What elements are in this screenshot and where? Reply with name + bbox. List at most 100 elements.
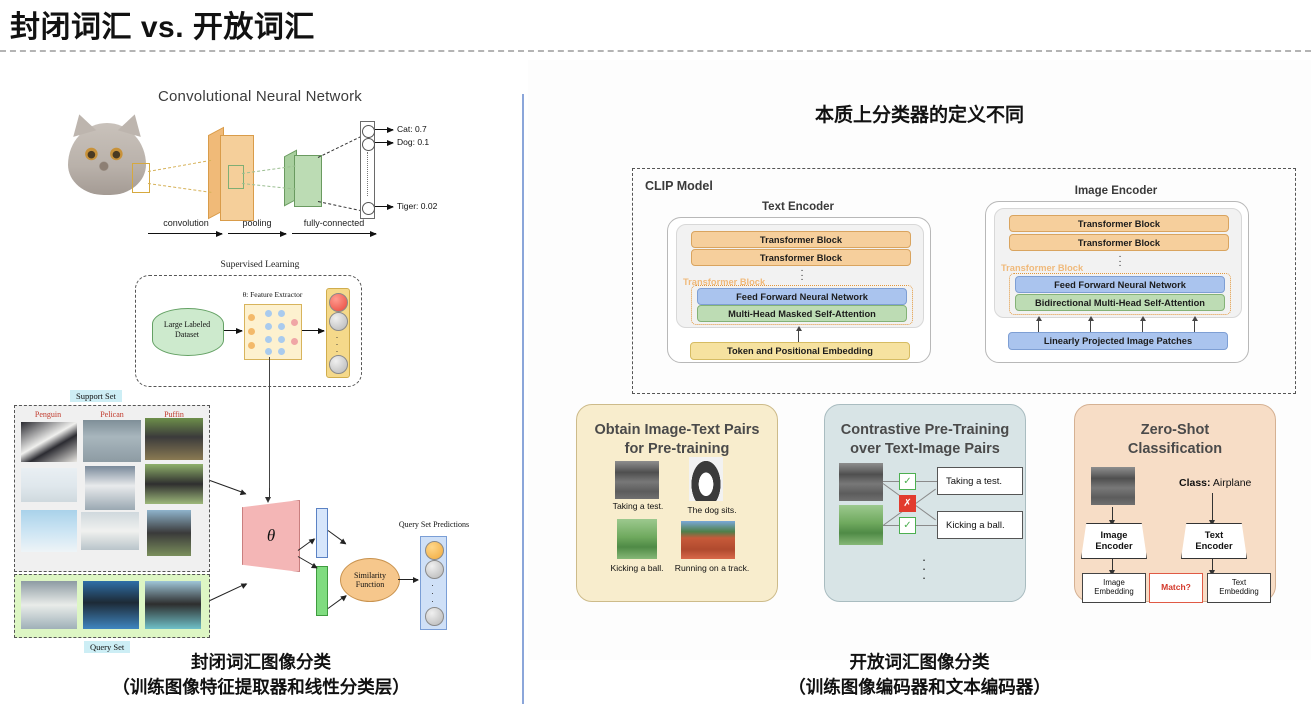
panel3-class-to-encoder-arrow [1207, 493, 1216, 526]
panel2-image-crowd [839, 463, 883, 501]
prediction-ball-orange [425, 541, 444, 560]
panel2-connector [912, 503, 936, 521]
fc-node [362, 202, 375, 215]
nn-node [278, 310, 285, 317]
query-predictions-box: · · · [420, 536, 447, 630]
theta-encoder: θ [242, 500, 300, 572]
cnn-output-dog: Dog: 0.1 [397, 137, 430, 147]
clip-model-label: CLIP Model [645, 179, 713, 193]
text-encoder-title: Text Encoder [762, 201, 834, 213]
left-caption-line1: 封闭词汇图像分类 [191, 652, 331, 672]
panel3-class-value: Airplane [1212, 477, 1252, 489]
panel2-image-field [839, 505, 883, 545]
output-vertical-dots: · [335, 346, 339, 356]
panel-2-title: Contrastive Pre-Training over Text-Image… [840, 422, 1010, 457]
support-column-label-penguin: Penguin [34, 410, 62, 419]
slide-page: 封闭词汇 vs. 开放词汇 Convolutional Neural Netwo… [0, 0, 1311, 716]
blue-to-similarity-arrow [327, 530, 347, 544]
text-encoder-input-line [798, 330, 800, 342]
panel1-caption-the-dog-sits: The dog sits. [687, 505, 737, 515]
image-transformer-block-1: Transformer Block [1009, 215, 1229, 232]
panel2-ellipsis: · · · [921, 552, 927, 585]
right-column: 本质上分类器的定义不同 CLIP Model Text Encoder Tran… [528, 60, 1311, 660]
similarity-function: Similarity Function [340, 558, 400, 602]
panel3-class-label: Class: Airplane [1179, 477, 1251, 489]
prediction-ball-gray [425, 607, 444, 626]
stage-arrow-fully-connected [292, 230, 377, 237]
text-ffn-block: Feed Forward Neural Network [697, 288, 907, 305]
nn-node [278, 336, 285, 343]
support-column-label-pelican: Pelican [100, 410, 124, 419]
fc-line-top [317, 136, 362, 158]
nn-node [265, 323, 272, 330]
conv-inner-box [228, 165, 244, 189]
panel-1-title: Obtain Image-Text Pairs for Pre-training [594, 422, 760, 457]
image-patch-arrow [1191, 316, 1198, 321]
nn-node [248, 342, 255, 349]
supervised-learning-box: Large Labeled Dataset θ: Feature Extract… [135, 275, 362, 387]
right-caption-line1: 开放词汇图像分类 [849, 652, 990, 672]
supervised-learning-title: Supervised Learning [220, 260, 300, 270]
panel3-input-image [1091, 467, 1135, 505]
left-bottom-caption: 封闭词汇图像分类 （训练图像特征提取器和线性分类层） [0, 650, 522, 701]
image-patch-line [1090, 320, 1092, 332]
panel2-mismatch-cross: ✗ [899, 495, 916, 512]
cnn-diagram: Cat: 0.7 Dog: 0.1 Tiger: 0.02 convolutio… [60, 115, 440, 240]
panel3-image-encoder: Image Encoder [1081, 523, 1147, 559]
image-patch-line [1194, 320, 1196, 332]
image-attention-block: Bidirectional Multi-Head Self-Attention [1015, 294, 1225, 311]
image-patch-arrow [1035, 316, 1042, 321]
query-image [145, 581, 201, 629]
panel1-caption-running-on-a-track: Running on a track. [674, 563, 750, 573]
support-set-tag: Support Set [70, 390, 122, 402]
panel2-match-check-1: ✓ [899, 473, 916, 490]
nn-node [265, 310, 272, 317]
output-ball-gray [329, 312, 348, 331]
theta-to-blue-arrow [297, 538, 315, 551]
support-set-box: Penguin Pelican Puffin [14, 405, 210, 572]
image-ghost-transformer-block: Transformer Block [1001, 263, 1084, 273]
support-image [145, 464, 203, 504]
panel-contrastive-pretraining: Contrastive Pre-Training over Text-Image… [824, 404, 1026, 602]
panel3-class-prefix: Class: [1179, 477, 1211, 489]
panel1-image-kicking-a-ball [617, 519, 657, 559]
left-column: Convolutional Neural Network Cat: 0.7 Do… [0, 60, 520, 660]
prediction-ball-gray [425, 560, 444, 579]
image-encoder-outer: Transformer Block Transformer Block · · · … [985, 201, 1249, 363]
text-transformer-block-1: Transformer Block [691, 231, 911, 248]
panel1-image-running-on-a-track [681, 521, 735, 559]
image-ffn-block: Feed Forward Neural Network [1015, 276, 1225, 293]
theta-to-green-arrow [297, 556, 318, 568]
vertical-divider [522, 94, 524, 704]
query-image [83, 581, 139, 629]
similarity-to-predictions-arrow [398, 577, 419, 583]
right-caption-line2: （训练图像编码器和文本编码器） [788, 677, 1051, 698]
panel2-connector [912, 488, 936, 506]
query-embedding-vector [316, 566, 328, 616]
nn-node [248, 314, 255, 321]
left-caption-line2: （训练图像特征提取器和线性分类层） [112, 677, 410, 698]
fc-column [360, 121, 375, 219]
fc-dots [366, 152, 368, 196]
nn-node [278, 323, 285, 330]
text-token-embedding-block: Token and Positional Embedding [690, 342, 910, 360]
output-arrow [375, 126, 394, 133]
pool-slab [294, 155, 322, 207]
panel2-connector [913, 481, 939, 482]
panel3-image-encoder-to-embedding-arrow [1107, 559, 1116, 576]
text-encoder-outer: Transformer Block Transformer Block · · · … [667, 217, 931, 363]
panel-zero-shot-classification: Zero-Shot Classification Class: Airplane… [1074, 404, 1276, 603]
nn-node [248, 328, 255, 335]
extractor-to-theta-line [269, 357, 271, 499]
panel3-image-embedding: Image Embedding [1082, 573, 1146, 603]
nn-node [291, 338, 298, 345]
support-to-theta-arrow [209, 480, 246, 494]
nn-node [265, 336, 272, 343]
feature-extractor-label: θ: Feature Extractor [242, 290, 303, 299]
support-image [147, 510, 191, 556]
panel-obtain-pairs: Obtain Image-Text Pairs for Pre-training… [576, 404, 778, 602]
dataset-label: Large Labeled Dataset [163, 320, 211, 339]
text-encoder-input-arrow [795, 326, 802, 331]
support-image [21, 510, 77, 552]
nn-node [278, 348, 285, 355]
